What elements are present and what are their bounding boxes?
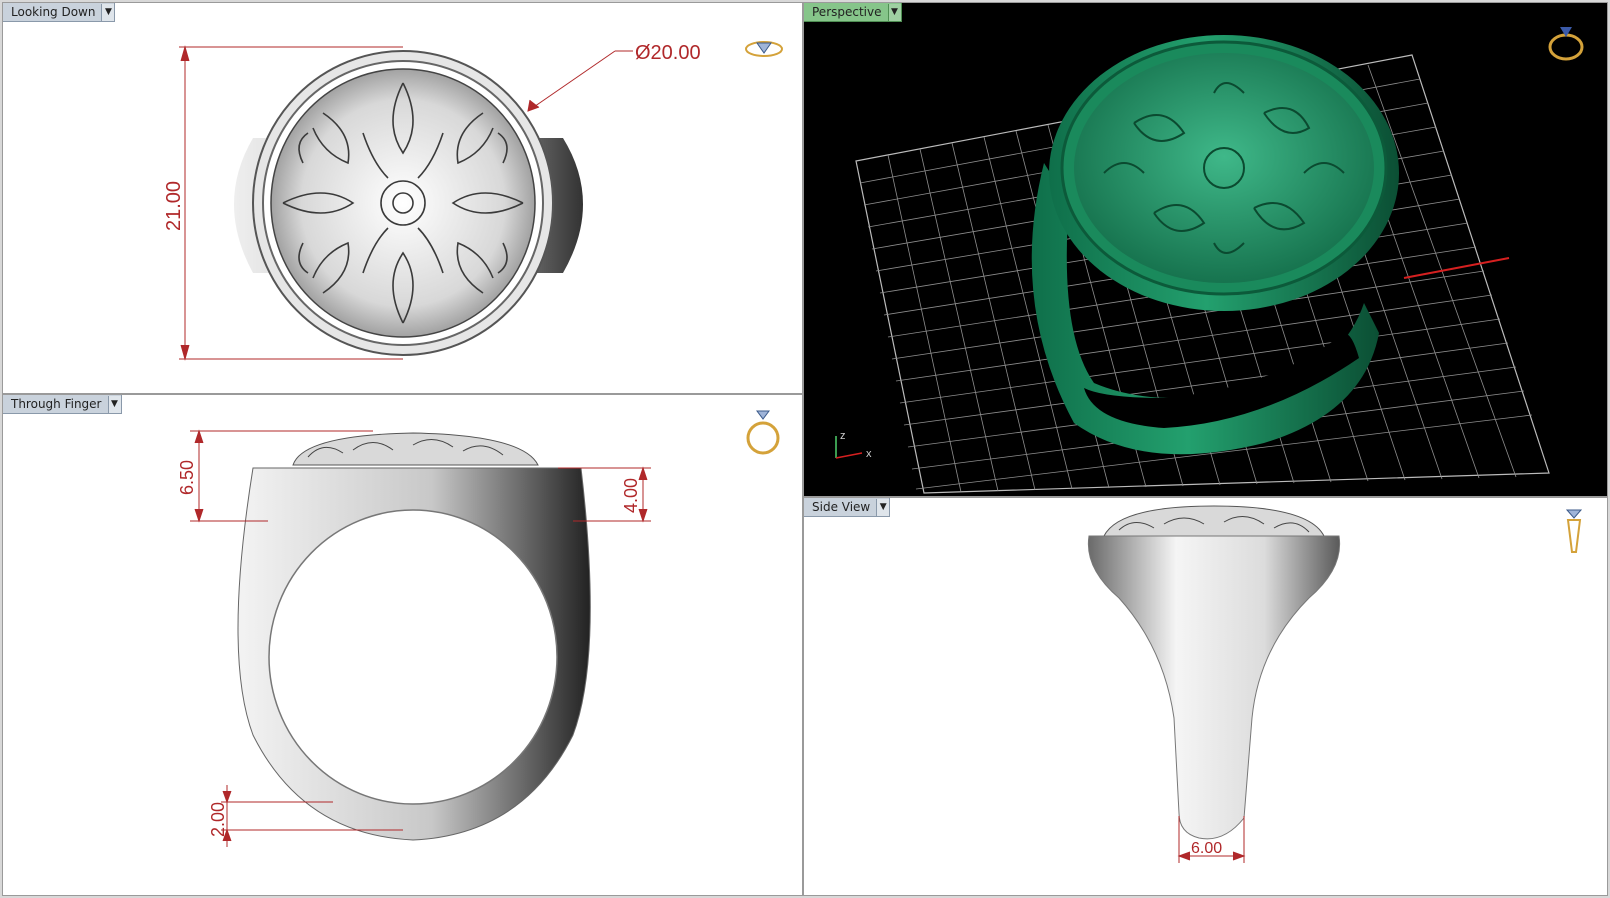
dim-text-head-height: 6.50 — [177, 460, 197, 495]
viewport-label: Perspective — [812, 5, 882, 19]
viewport-label: Side View — [812, 500, 871, 514]
dropdown-arrow-icon[interactable]: ▼ — [101, 3, 115, 21]
ring-front-icon — [746, 410, 780, 455]
dim-text-height: 21.00 — [163, 181, 185, 231]
perspective-canvas: z x — [835, 35, 1550, 494]
viewport-label: Through Finger — [11, 397, 102, 411]
viewport-through-finger[interactable]: 6.50 4.00 2.00 Through Finger ▼ — [2, 394, 803, 896]
engraved-head-side — [1103, 505, 1325, 537]
side-view-canvas: 6.00 — [1087, 505, 1341, 863]
dim-text-diameter: Ø20.00 — [635, 42, 701, 64]
dim-text-shoulder-height: 4.00 — [621, 478, 641, 513]
engraved-head-profile — [292, 432, 539, 466]
dimension-diameter-leader — [527, 50, 633, 112]
engraved-face — [270, 68, 536, 338]
viewport-title-looking-down[interactable]: Looking Down ▼ — [3, 3, 116, 22]
viewport-title-side-view[interactable]: Side View ▼ — [804, 498, 891, 517]
viewport-label: Looking Down — [11, 5, 96, 19]
dropdown-arrow-icon[interactable]: ▼ — [887, 3, 901, 21]
dim-text-side-width: 6.00 — [1191, 840, 1222, 857]
through-finger-canvas: 6.50 4.00 2.00 — [177, 429, 651, 847]
ring-diamond-icon — [745, 41, 783, 57]
ring-side-profile — [1087, 535, 1341, 840]
looking-down-canvas: 21.00 Ø20.00 — [163, 42, 701, 361]
ring-side-icon — [1565, 509, 1583, 553]
viewport-looking-down[interactable]: 21.00 Ø20.00 Looking Down ▼ — [2, 2, 803, 394]
finger-hole — [268, 509, 558, 805]
viewport-title-through-finger[interactable]: Through Finger ▼ — [3, 395, 122, 414]
axis-label-x: x — [866, 448, 872, 460]
viewport-side-view[interactable]: 6.00 Side View ▼ — [803, 497, 1608, 896]
dropdown-arrow-icon[interactable]: ▼ — [107, 395, 121, 413]
viewport-perspective[interactable]: z x Perspective ▼ — [803, 2, 1608, 497]
dropdown-arrow-icon[interactable]: ▼ — [876, 498, 890, 516]
dim-text-shank-bottom: 2.00 — [208, 802, 228, 837]
viewport-title-perspective[interactable]: Perspective ▼ — [804, 3, 902, 22]
axis-label-z: z — [840, 430, 846, 442]
ring-perspective-icon — [1548, 27, 1584, 61]
